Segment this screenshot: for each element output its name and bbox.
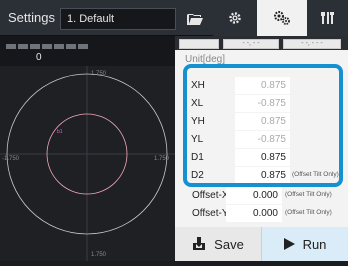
folder-icon: [187, 13, 203, 25]
gears-icon: [274, 11, 290, 25]
segment: [6, 44, 16, 49]
segment: [18, 44, 28, 49]
axis-label-left: -1.750: [2, 156, 20, 162]
offset-label: Offset-Y: [192, 208, 229, 219]
axis-label-bottom: 1.750: [91, 252, 107, 258]
tools-icon: [320, 12, 334, 24]
offset-note: (Offset Tilt Only): [285, 209, 332, 216]
header-cell[interactable]: - -, - -: [223, 39, 279, 49]
tab-advanced[interactable]: [257, 0, 307, 36]
save-label: Save: [214, 236, 244, 252]
run-button[interactable]: Run: [262, 227, 348, 261]
save-button[interactable]: Save: [175, 227, 262, 261]
gear-icon: [229, 12, 241, 24]
header-cell[interactable]: [179, 39, 219, 49]
preset-select[interactable]: 1. Default: [60, 8, 176, 30]
run-label: Run: [302, 236, 327, 252]
count-value: 0: [36, 52, 42, 63]
segment: [30, 44, 40, 49]
offset-row-y: Offset-Y 0.000 (Offset Tilt Only): [192, 205, 348, 223]
segment: [54, 44, 64, 49]
axis-label-top: 1.750: [91, 71, 107, 77]
open-folder-button[interactable]: [177, 6, 213, 32]
tab-tools[interactable]: [307, 0, 348, 36]
offset-note: (Offset Tilt Only): [285, 191, 332, 198]
app-title: Settings: [8, 10, 55, 25]
highlight-frame: [183, 64, 343, 187]
point-marker: b1: [57, 129, 63, 135]
header-cell[interactable]: - -, - - -: [283, 39, 341, 49]
segment: [78, 44, 88, 49]
tilt-plot: 1.750 1.750 -1.750 1.750 b1: [0, 66, 175, 261]
segment: [66, 44, 76, 49]
save-icon: [193, 237, 206, 250]
tab-settings[interactable]: [213, 0, 257, 36]
axis-label-right: 1.750: [154, 156, 170, 162]
segment-indicator: [6, 44, 88, 49]
offset-x-value[interactable]: 0.000: [226, 187, 282, 204]
panel-header: - -, - - - -, - - -: [175, 36, 348, 50]
offset-y-value[interactable]: 0.000: [226, 205, 282, 222]
offset-row-x: Offset-X 0.000 (Offset Tilt Only): [192, 187, 348, 205]
segment: [42, 44, 52, 49]
tilt-preview: 0 1.750 1.750 -1.750 1.750 b1: [0, 36, 175, 261]
top-bar: Settings 1. Default: [0, 0, 348, 36]
play-icon: [283, 238, 295, 250]
offset-label: Offset-X: [192, 190, 229, 201]
